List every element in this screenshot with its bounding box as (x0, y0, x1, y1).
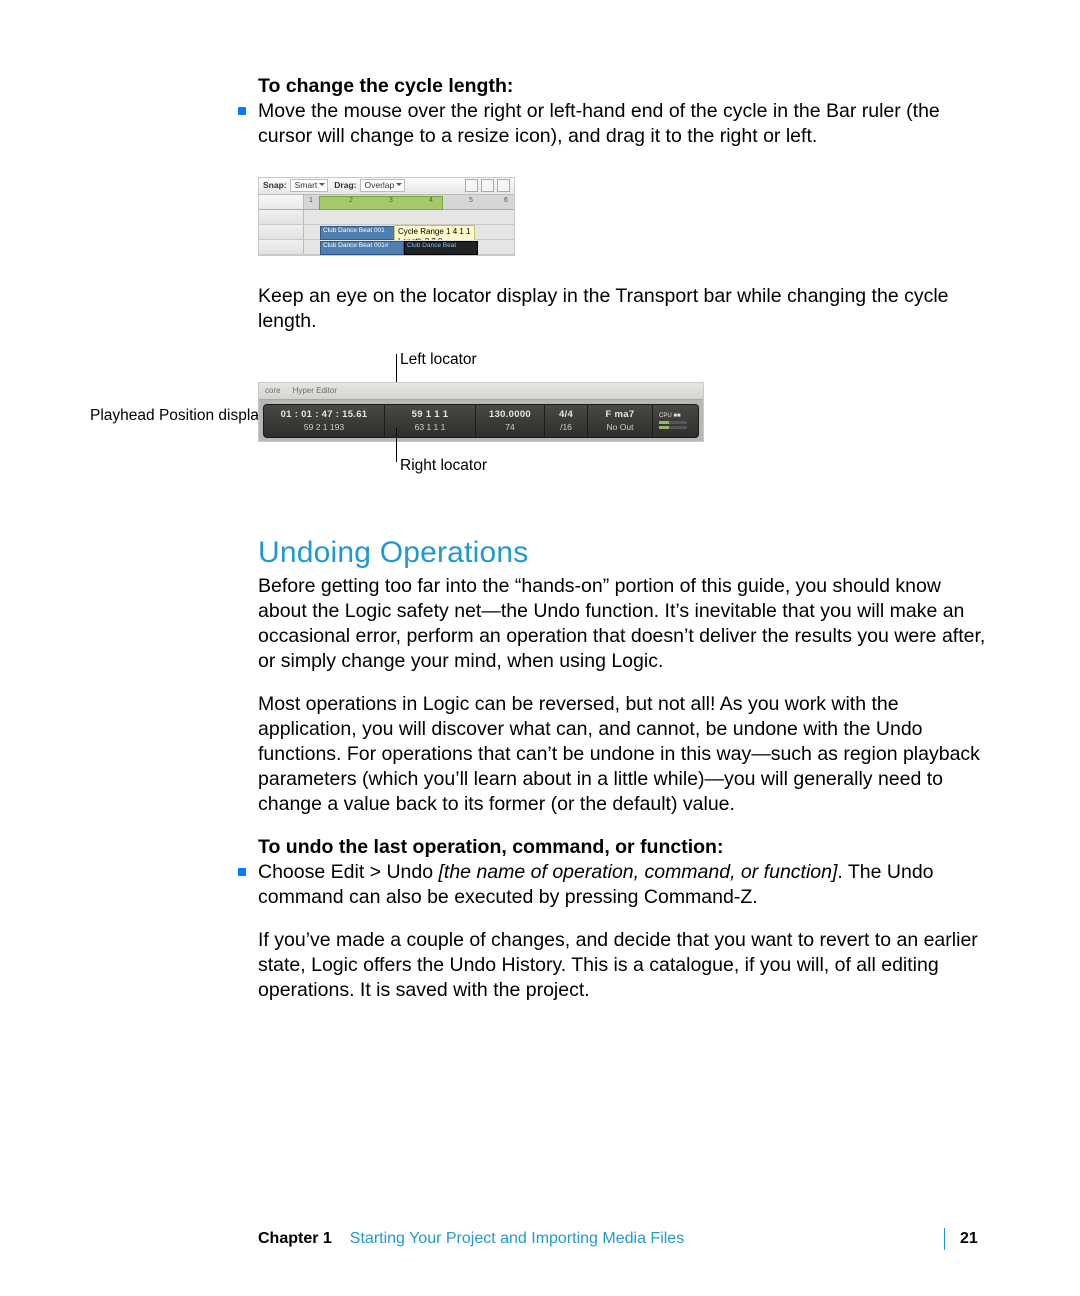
lcd-tempo-l2: 74 (482, 422, 538, 433)
lcd-loc-l2: 63 1 1 1 (391, 422, 469, 433)
lcd-meters: CPU ■■ (653, 405, 705, 437)
track-head (259, 240, 304, 254)
snap-label: Snap: (263, 180, 287, 191)
undo-bullet-row: Choose Edit > Undo [the name of operatio… (258, 860, 990, 910)
pencil-tool-icon (481, 179, 494, 192)
left-locator-label: Left locator (400, 352, 477, 368)
tab-core: core (259, 386, 287, 396)
lcd-pos-l2: 59 2 1 193 (270, 422, 378, 433)
undo-bullet-pre: Choose Edit > Undo (258, 861, 439, 883)
tab-hyper-editor: Hyper Editor (287, 386, 343, 396)
undo-bullet-em: [the name of operation, command, or func… (439, 861, 838, 883)
lcd-pos-l1: 01 : 01 : 47 : 15.61 (270, 409, 378, 421)
ruler-tick: 2 (349, 197, 353, 206)
undoing-operations-heading: Undoing Operations (258, 534, 990, 572)
main-content: To change the cycle length: Move the mou… (258, 74, 990, 1002)
cycle-length-bullet-text: Move the mouse over the right or left-ha… (258, 99, 990, 149)
playhead-label: Playhead Position display (90, 408, 267, 424)
footer-separator (944, 1228, 945, 1250)
undo-p3: If you’ve made a couple of changes, and … (258, 928, 990, 1003)
lcd-key-l2: No Out (594, 422, 646, 433)
page-root: To change the cycle length: Move the mou… (0, 0, 1080, 1296)
figure-bar-ruler: Snap: Smart Drag: Overlap 1 2 3 4 5 6 (258, 177, 515, 256)
fig1-tool-group (465, 179, 510, 192)
pointer-tool-icon (465, 179, 478, 192)
lcd-locators: 59 1 1 1 63 1 1 1 (385, 405, 476, 437)
cycle-length-heading: To change the cycle length: (258, 74, 990, 99)
lcd-signature: 4/4 /16 (545, 405, 588, 437)
scissors-tool-icon (497, 179, 510, 192)
ruler-tick: 1 (309, 197, 313, 206)
transport-tabs: core Hyper Editor (259, 383, 703, 400)
meter-bar (659, 426, 687, 429)
drag-label: Drag: (334, 180, 356, 191)
snap-dropdown: Smart (290, 179, 329, 192)
fig1-tracks: Club Dance Beat 001 Cycle Range 1 4 1 1 … (259, 210, 514, 255)
lcd-key-l1: F ma7 (594, 409, 646, 421)
fig1-toolbar: Snap: Smart Drag: Overlap (259, 178, 514, 195)
lcd-position: 01 : 01 : 47 : 15.61 59 2 1 193 (264, 405, 385, 437)
transport-bar: core Hyper Editor 01 : 01 : 47 : 15.61 5… (258, 382, 704, 442)
after-fig1-text: Keep an eye on the locator display in th… (258, 284, 990, 334)
track-row: Club Dance Beat 001 Cycle Range 1 4 1 1 … (259, 225, 514, 240)
undo-bullet-text: Choose Edit > Undo [the name of operatio… (258, 860, 990, 910)
bullet-icon (238, 107, 246, 115)
track-row: Club Dance Beat 001# Club Dance Beat (259, 240, 514, 255)
lcd-tempo: 130.0000 74 (476, 405, 545, 437)
ruler-tick: 6 (504, 197, 508, 206)
track-row (259, 210, 514, 225)
undo-p1: Before getting too far into the “hands-o… (258, 574, 990, 674)
meter-bars (659, 421, 699, 429)
track-body (304, 210, 514, 224)
cycle-length-bullet-row: Move the mouse over the right or left-ha… (258, 99, 990, 149)
transport-lcd: 01 : 01 : 47 : 15.61 59 2 1 193 59 1 1 1… (263, 404, 699, 438)
lcd-sig-l1: 4/4 (551, 409, 581, 421)
drag-dropdown: Overlap (360, 179, 406, 192)
right-locator-label: Right locator (400, 458, 487, 474)
ruler-tick: 5 (469, 197, 473, 206)
ruler-tick: 3 (389, 197, 393, 206)
undo-p2: Most operations in Logic can be reversed… (258, 692, 990, 817)
region-selected: Club Dance Beat (404, 241, 478, 255)
bullet-icon (238, 868, 246, 876)
fig1-ruler: 1 2 3 4 5 6 (259, 195, 514, 210)
ruler-track-head (259, 195, 304, 209)
lcd-tempo-l1: 130.0000 (482, 409, 538, 421)
track-head (259, 210, 304, 224)
undo-subheading: To undo the last operation, command, or … (258, 835, 990, 860)
footer-page-number: 21 (960, 1230, 978, 1248)
figure-transport-wrap: Left locator Playhead Position display c… (90, 352, 990, 476)
cpu-label: CPU ■■ (659, 413, 699, 421)
lcd-sig-l2: /16 (551, 422, 581, 433)
right-locator-lead (396, 428, 397, 462)
page-footer: Chapter 1 Starting Your Project and Impo… (258, 1230, 684, 1248)
ruler-tick: 4 (429, 197, 433, 206)
cycle-region (319, 196, 443, 210)
meter-bar (659, 421, 687, 424)
track-body: Club Dance Beat 001 Cycle Range 1 4 1 1 … (304, 225, 514, 239)
track-body: Club Dance Beat 001# Club Dance Beat (304, 240, 514, 254)
lcd-key: F ma7 No Out (588, 405, 653, 437)
footer-title: Starting Your Project and Importing Medi… (350, 1230, 684, 1248)
tooltip-line1: Cycle Range 1 4 1 1 (398, 227, 471, 237)
track-head (259, 225, 304, 239)
footer-chapter: Chapter 1 (258, 1230, 332, 1248)
region-blue: Club Dance Beat 001# (320, 241, 404, 255)
lcd-loc-l1: 59 1 1 1 (391, 409, 469, 421)
